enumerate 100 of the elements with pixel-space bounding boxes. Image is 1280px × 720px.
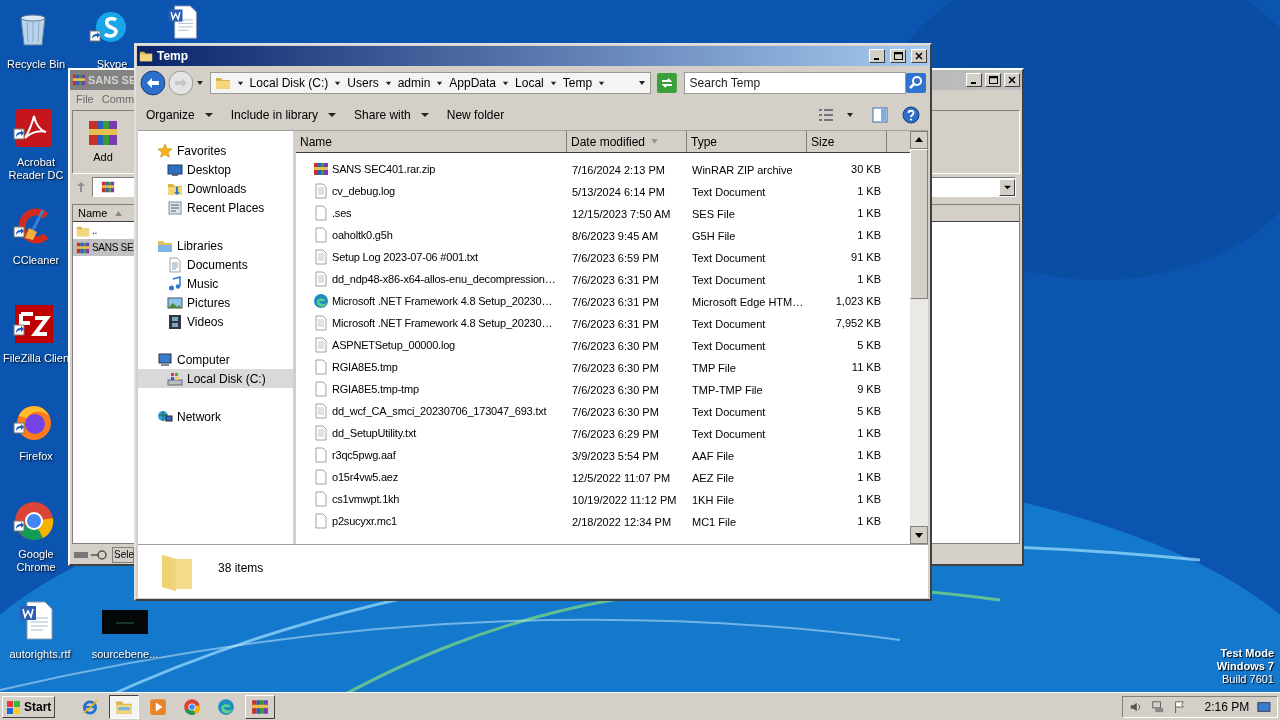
nav-item[interactable]: Recent Places [138,198,293,217]
help-icon[interactable] [902,106,920,124]
icon-label[interactable]: CCleaner [12,254,60,267]
archive-icon [72,73,86,87]
icon-label[interactable]: Google Chrome [0,548,72,574]
breadcrumb-link[interactable]: AppData [449,74,497,92]
nav-item[interactable]: Pictures [138,293,293,312]
caret-icon[interactable] [598,79,606,87]
toolbar-button[interactable]: Organize [138,103,221,127]
icon-label[interactable]: Recycle Bin [6,58,66,71]
file-name[interactable]: Microsoft .NET Framework 4.8 Setup_20230… [332,292,553,310]
column-header[interactable]: Date modified [567,131,687,152]
size-cell-text: 1 KB [857,227,881,243]
column-header[interactable]: Name [296,131,567,152]
icon-label[interactable]: FileZilla Clien [3,352,69,365]
file-name[interactable]: cv_debug.log [332,182,396,200]
file-name[interactable]: Setup Log 2023-07-06 #001.txt [332,248,478,266]
scroll-thumb[interactable] [910,149,928,299]
refresh-button[interactable] [655,72,678,94]
close-button[interactable] [911,49,927,63]
file-name[interactable]: dd_wcf_CA_smci_20230706_173047_693.txt [332,402,547,420]
file-name[interactable]: dd_SetupUtility.txt [332,424,417,442]
network-icon[interactable] [1150,698,1165,715]
file-name[interactable]: RGIA8E5.tmp [332,358,398,376]
nav-item[interactable]: Downloads [138,179,293,198]
nav-item[interactable]: Computer [138,350,293,369]
icon-label[interactable]: autorights.rtf [9,648,71,661]
menu-item[interactable]: Comm [101,90,135,108]
caret-icon[interactable] [195,79,204,87]
icon-label[interactable]: sourcebene... [91,648,159,661]
search-icon[interactable] [905,73,926,93]
breadcrumb-link[interactable]: Users [347,74,379,92]
address-bar[interactable]: Local Disk (C:) Users admin AppData Local Temp [209,72,651,94]
flag-icon[interactable] [1172,698,1187,715]
nav-item[interactable]: Documents [138,255,293,274]
caret-icon[interactable] [502,79,510,87]
file-name[interactable]: ASPNETSetup_00000.log [332,336,455,354]
close-button[interactable] [1004,73,1020,87]
breadcrumb-link[interactable]: Temp [562,74,593,92]
size-cell-text: 5 KB [857,403,881,419]
file-name[interactable]: SANS SEC401.rar.zip [332,160,436,178]
file-name[interactable]: oaholtk0.g5h [332,226,393,244]
caret-icon[interactable] [384,79,392,87]
scroll-up-button[interactable] [910,131,928,149]
nav-item[interactable]: Local Disk (C:) [138,369,293,388]
scroll-down-button[interactable] [910,526,928,544]
add-button[interactable]: Add [83,117,123,166]
file-name[interactable]: Microsoft .NET Framework 4.8 Setup_20230… [332,314,553,332]
minimize-button[interactable] [869,49,885,63]
music-note-icon [167,275,183,292]
breadcrumb-link[interactable]: Local [515,74,544,92]
toolbar-button[interactable]: New folder [438,103,513,127]
file-name[interactable]: p2sucyxr.mc1 [332,512,397,530]
nav-item[interactable]: Videos [138,312,293,331]
file-name[interactable]: RGIA8E5.tmp-tmp [332,380,419,398]
dropdown-button[interactable] [999,178,1015,196]
search-field[interactable]: Search Temp [683,72,906,94]
toolbar-button[interactable]: Include in library [222,103,345,127]
document-icon [167,256,183,273]
file-name[interactable]: .ses [332,204,352,222]
file-name[interactable]: o15r4vw5.aez [332,468,399,486]
breadcrumb-link[interactable]: admin [397,74,431,92]
list-row[interactable]: .. [73,222,134,239]
column-header[interactable]: Size [807,131,887,152]
caret-icon[interactable] [436,79,444,87]
nav-item[interactable]: Music [138,274,293,293]
caret-icon[interactable] [846,111,854,119]
icon-label[interactable]: Firefox [19,450,53,463]
nav-item[interactable]: Desktop [138,160,293,179]
size-cell-text: 1 KB [857,491,881,507]
view-options-icon[interactable] [818,107,834,123]
maximize-button[interactable] [890,49,906,63]
list-row[interactable]: SANS SE [73,239,134,256]
breadcrumb-link[interactable]: Local Disk (C:) [249,74,329,92]
nav-item[interactable]: Network [138,407,293,426]
type-cell: AAF File [692,450,735,462]
column-header[interactable]: Name [73,205,133,221]
icon-label[interactable]: Acrobat Reader DC [0,156,72,182]
caret-icon[interactable] [637,79,646,87]
caret-icon[interactable] [549,79,557,87]
star-icon [157,142,173,159]
caret-icon[interactable] [236,79,244,87]
nav-item[interactable]: Favorites [138,141,293,160]
file-name[interactable]: cs1vmwpt.1kh [332,490,400,508]
toolbar-button[interactable]: Share with [346,103,437,127]
minimize-button[interactable] [966,73,982,87]
column-header[interactable]: Type [687,131,807,152]
start-button[interactable]: Start [2,695,56,718]
caret-icon[interactable] [334,79,342,87]
file-name[interactable]: dd_ndp48-x86-x64-allos-enu_decompression… [332,270,556,288]
nav-item[interactable]: Libraries [138,236,293,255]
clock-text[interactable]: 2:16 PM [1204,697,1250,716]
menu-item[interactable]: File [76,90,94,108]
type-cell: Text Document [692,274,766,286]
scrollbar[interactable] [910,131,928,544]
taskbar-button[interactable] [109,694,140,719]
preview-pane-icon[interactable] [872,107,888,123]
file-name[interactable]: r3qc5pwg.aaf [332,446,396,464]
back-button[interactable] [140,70,166,96]
maximize-button[interactable] [985,73,1001,87]
